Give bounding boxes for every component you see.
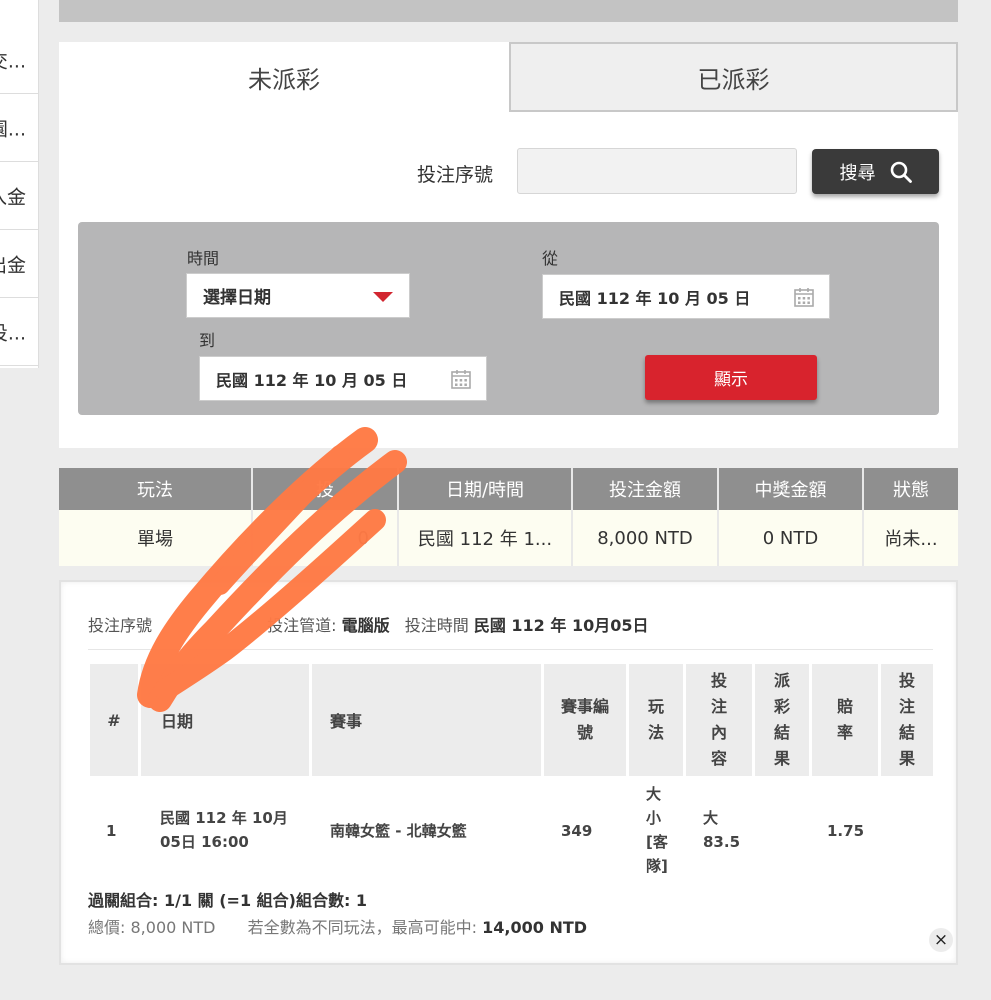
side-menu-item-2[interactable]: 園... [0, 94, 39, 162]
channel-meta-value: 電腦版 [341, 616, 390, 635]
top-strip [59, 0, 958, 22]
header-datetime: 日期/時間 [399, 468, 573, 510]
detail-header-index: # [90, 664, 138, 776]
cell-datetime: 民國 112 年 1... [399, 510, 573, 566]
show-button[interactable]: 顯示 [645, 355, 817, 400]
search-button-label: 搜尋 [839, 162, 876, 184]
detail-header-odds: 賠率 [812, 664, 878, 776]
to-date-value: 民國 112 年 10 月 05 日 [216, 370, 408, 390]
serial-label: 投注序號 [417, 164, 494, 186]
to-label: 到 [199, 331, 216, 350]
side-menu-item-1[interactable]: 交... [0, 26, 39, 94]
serial-input[interactable] [517, 148, 797, 194]
serial-meta-label: 投注序號 [88, 616, 153, 635]
divider [88, 649, 933, 650]
calendar-icon [794, 288, 814, 307]
detail-cell-date: 民國 112 年 10月 05日 16:00 [160, 809, 288, 851]
time-meta-label: 投注時間 [404, 616, 469, 635]
side-menu-item-label: 出金 [0, 254, 26, 276]
header-bet-amount: 投注金額 [573, 468, 719, 510]
detail-header-date: 日期 [141, 664, 309, 776]
total-value: 8,000 NTD [130, 918, 216, 937]
search-icon [890, 161, 912, 183]
header-status: 狀態 [893, 480, 929, 501]
detail-header-payout-result: 派彩結果 [755, 664, 809, 776]
detail-cell-play: 大小[客隊] [646, 785, 668, 875]
chevron-down-icon [373, 292, 393, 302]
close-icon[interactable]: × [929, 928, 953, 952]
side-menu-item-deposit[interactable]: 入金 [0, 162, 39, 230]
detail-cell-content: 大 83.5 [703, 809, 741, 851]
channel-meta-label: 投注管道: [267, 616, 337, 635]
detail-header-event-no: 賽事編號 [544, 664, 626, 776]
side-menu-item-label: 園... [0, 118, 26, 140]
tab-paid[interactable]: 已派彩 [509, 42, 958, 112]
side-menu-item-label: 投... [0, 322, 26, 344]
cell-win-amount: 0 NTD [719, 510, 864, 566]
cell-play-type: 單場 [59, 510, 253, 566]
cell-bet: 0 [253, 510, 399, 566]
date-range-select[interactable]: 選擇日期 [186, 273, 410, 318]
bet-meta-line: 投注序號 投注管道: 電腦版 投注時間 民國 112 年 10月05日 [88, 612, 648, 636]
from-date-value: 民國 112 年 10 月 05 日 [559, 288, 751, 308]
side-menu-item-label: 交... [0, 50, 26, 72]
side-menu: 交... 園... 入金 出金 投... [0, 0, 39, 368]
calendar-icon [451, 370, 471, 389]
header-play-type: 玩法 [59, 468, 253, 510]
max-win-label: 若全數為不同玩法，最高可能中: [247, 918, 478, 937]
detail-cell-odds: 1.75 [827, 822, 865, 840]
to-date-field[interactable]: 民國 112 年 10 月 05 日 [199, 356, 487, 401]
parlay-combination: 過關組合: 1/1 關 (=1 組合)組合數: 1 [88, 891, 368, 910]
tab-unpaid[interactable]: 未派彩 [59, 42, 509, 112]
header-win-amount: 中獎金額 [719, 468, 864, 510]
detail-header-event: 賽事 [312, 664, 541, 776]
detail-header-play: 玩法 [629, 664, 683, 776]
side-menu-item-5[interactable]: 投... [0, 298, 39, 366]
max-win-value: 14,000 NTD [482, 918, 588, 937]
bet-detail-card: 投注序號 投注管道: 電腦版 投注時間 民國 112 年 10月05日 # 日期… [59, 580, 958, 965]
search-panel: 未派彩 已派彩 投注序號 搜尋 時間 選擇日期 從 民國 112 年 10 月 … [59, 42, 958, 448]
from-date-field[interactable]: 民國 112 年 10 月 05 日 [542, 274, 830, 319]
side-menu-item-label: 入金 [0, 186, 26, 208]
time-label: 時間 [187, 249, 220, 268]
time-meta-value: 民國 112 年 10月05日 [473, 616, 649, 635]
detail-cell-index: 1 [106, 822, 117, 840]
total-line: 總價: 8,000 NTD 若全數為不同玩法，最高可能中: 14,000 NTD [88, 914, 587, 938]
total-label: 總價: [88, 918, 126, 937]
date-range-select-value: 選擇日期 [203, 288, 271, 308]
table-row[interactable]: 單場 0 民國 112 年 1... 8,000 NTD 0 NTD 尚未... [59, 510, 958, 566]
cell-status: 尚未... [884, 529, 938, 550]
cell-bet-amount: 8,000 NTD [573, 510, 719, 566]
detail-header-bet-result: 投注結果 [881, 664, 933, 776]
detail-cell-event: 南韓女籃 - 北韓女籃 [330, 822, 467, 840]
detail-cell-event-no: 349 [561, 822, 593, 840]
search-button[interactable]: 搜尋 [812, 149, 939, 194]
detail-header-content: 投注內容 [686, 664, 752, 776]
table-header-row: 玩法 投 日期/時間 投注金額 中獎金額 狀態 [59, 468, 958, 510]
side-menu-item-withdraw[interactable]: 出金 [0, 230, 39, 298]
from-label: 從 [542, 249, 559, 268]
date-filter-box: 時間 選擇日期 從 民國 112 年 10 月 05 日 到 民國 112 年 … [78, 222, 939, 415]
bet-summary-table: 玩法 投 日期/時間 投注金額 中獎金額 狀態 單場 0 民國 112 年 1.… [59, 468, 958, 566]
header-bet: 投 [253, 468, 399, 510]
